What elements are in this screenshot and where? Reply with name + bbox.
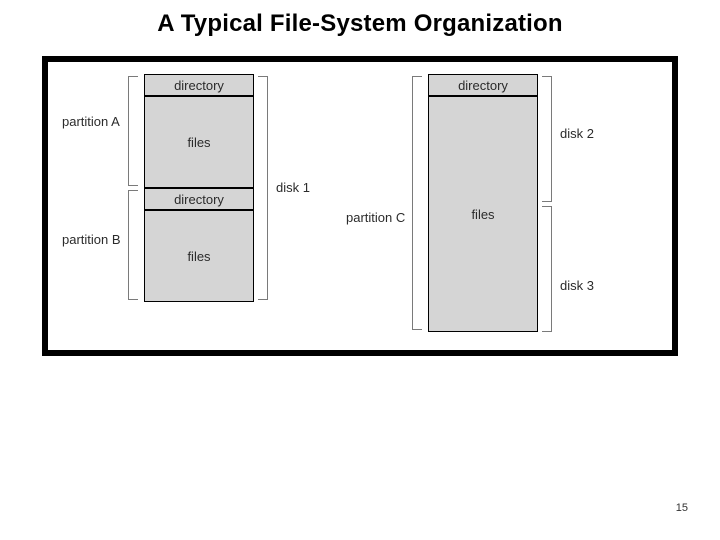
brace-disk-2	[542, 76, 552, 202]
box-partition-c-files: files	[428, 96, 538, 332]
brace-partition-c	[412, 76, 422, 330]
brace-partition-b	[128, 190, 138, 300]
label-disk-1: disk 1	[276, 180, 310, 195]
box-partition-a-directory: directory	[144, 74, 254, 96]
label-partition-b: partition B	[62, 232, 121, 247]
brace-disk-1	[258, 76, 268, 300]
box-partition-c-directory: directory	[428, 74, 538, 96]
page-number: 15	[676, 502, 688, 514]
brace-disk-3	[542, 206, 552, 332]
brace-partition-a	[128, 76, 138, 186]
label-partition-a: partition A	[62, 114, 120, 129]
label-partition-c: partition C	[346, 210, 405, 225]
slide: A Typical File-System Organization parti…	[0, 0, 720, 540]
box-partition-b-files: files	[144, 210, 254, 302]
box-partition-a-files: files	[144, 96, 254, 188]
label-disk-2: disk 2	[560, 126, 594, 141]
box-partition-b-directory: directory	[144, 188, 254, 210]
slide-title: A Typical File-System Organization	[0, 10, 720, 38]
label-disk-3: disk 3	[560, 278, 594, 293]
diagram-frame: partition A partition B directory files …	[42, 56, 678, 356]
